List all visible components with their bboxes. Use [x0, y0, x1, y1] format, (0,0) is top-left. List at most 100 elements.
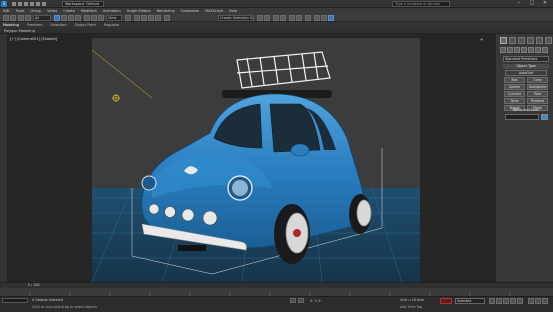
workspace-dropdown[interactable]: Workspace: Default: [62, 1, 104, 7]
prompt-line: Click or click-and-drag to select object…: [32, 305, 97, 309]
previous-frame-icon[interactable]: [496, 298, 502, 304]
auto-key-button[interactable]: [440, 298, 452, 304]
spinner-snap-icon[interactable]: [155, 15, 161, 21]
cone-button[interactable]: Cone: [527, 77, 548, 83]
viewport-label[interactable]: [+] [Camera001] [Shaded]: [10, 37, 57, 41]
select-object-icon[interactable]: [54, 15, 60, 21]
object-type-rollout[interactable]: Object Type: [503, 64, 549, 69]
play-icon[interactable]: [503, 298, 509, 304]
primitive-category-dropdown[interactable]: Standard Primitives: [503, 56, 549, 62]
display-tab-icon[interactable]: [536, 37, 543, 44]
grid-spacing: Grid = 10.0cm: [400, 298, 425, 302]
geometry-icon[interactable]: [500, 47, 506, 53]
main-toolbar: All View Create Selection Se: [0, 14, 553, 22]
zoom-extents-icon[interactable]: [528, 298, 534, 304]
track-bar[interactable]: [0, 288, 553, 296]
selection-lock-icon[interactable]: [290, 298, 296, 303]
project-folder-icon[interactable]: [42, 2, 46, 6]
link-icon[interactable]: [18, 15, 24, 21]
window-crossing-icon[interactable]: [75, 15, 81, 21]
maximize-viewport-icon[interactable]: +: [480, 37, 483, 42]
side-mirror: [290, 143, 310, 157]
angle-snap-icon[interactable]: [141, 15, 147, 21]
systems-icon[interactable]: [542, 47, 548, 53]
hierarchy-tab-icon[interactable]: [518, 37, 525, 44]
geosphere-button[interactable]: GeoSphere: [527, 84, 548, 90]
car-windshield: [213, 103, 263, 149]
mirror-icon[interactable]: [257, 15, 263, 21]
percent-snap-icon[interactable]: [148, 15, 154, 21]
app-logo-icon[interactable]: 3: [1, 1, 7, 7]
next-frame-icon[interactable]: [510, 298, 516, 304]
scene-render: [92, 49, 420, 282]
name-and-color-rollout[interactable]: Name and Color: [503, 108, 549, 113]
render-production-icon[interactable]: [328, 15, 334, 21]
pyramid-button[interactable]: Pyramid: [527, 98, 548, 104]
edit-named-selection-icon[interactable]: [164, 15, 170, 21]
render-setup-icon[interactable]: [314, 15, 320, 21]
helpers-icon[interactable]: [528, 47, 534, 53]
license-plate: [178, 245, 206, 251]
minimize-button[interactable]: –: [513, 0, 525, 7]
torus-button[interactable]: Torus: [504, 98, 525, 104]
schematic-view-icon[interactable]: [296, 15, 302, 21]
undo-icon[interactable]: [30, 2, 34, 6]
frame-counter[interactable]: 0 / 100: [28, 283, 40, 287]
search-input[interactable]: Type a keyword or phrase: [392, 1, 450, 7]
undo-icon[interactable]: [3, 15, 9, 21]
rendered-frame-window-icon[interactable]: [321, 15, 327, 21]
save-file-icon[interactable]: [24, 2, 28, 6]
camera-viewport[interactable]: [92, 38, 420, 282]
motion-tab-icon[interactable]: [527, 37, 534, 44]
object-name-input[interactable]: [505, 114, 539, 120]
space-warps-icon[interactable]: [535, 47, 541, 53]
modify-tab-icon[interactable]: [509, 37, 516, 44]
tube-button[interactable]: Tube: [527, 91, 548, 97]
maximize-button[interactable]: □: [526, 0, 538, 7]
key-filter-dropdown[interactable]: Selected: [455, 298, 485, 304]
pan-icon[interactable]: [542, 298, 548, 304]
utilities-tab-icon[interactable]: [545, 37, 552, 44]
rotate-icon[interactable]: [91, 15, 97, 21]
layer-explorer-icon[interactable]: [280, 15, 286, 21]
go-to-end-icon[interactable]: [517, 298, 523, 304]
rectangle-select-icon[interactable]: [68, 15, 74, 21]
title-bar: 3 Workspace: Default Type a keyword or p…: [0, 0, 553, 8]
scene-explorer-icon[interactable]: [273, 15, 279, 21]
close-button[interactable]: ✕: [539, 0, 551, 7]
box-button[interactable]: Box: [504, 77, 525, 83]
align-icon[interactable]: [264, 15, 270, 21]
roof-rack: [236, 51, 331, 89]
autogrid-checkbox[interactable]: AutoGrid: [505, 70, 547, 76]
maxscript-listener-input[interactable]: [2, 298, 28, 303]
snap-toggle-icon[interactable]: [134, 15, 140, 21]
pivot-center-icon[interactable]: [125, 15, 131, 21]
sphere-button[interactable]: Sphere: [504, 84, 525, 90]
orbit-icon[interactable]: [535, 298, 541, 304]
object-color-swatch[interactable]: [541, 114, 548, 120]
redo-icon[interactable]: [10, 15, 16, 21]
shapes-icon[interactable]: [507, 47, 513, 53]
select-by-name-icon[interactable]: [61, 15, 67, 21]
named-selection-set-dropdown[interactable]: Create Selection Se: [218, 15, 254, 21]
selection-status: 0 Objects Selected: [32, 298, 63, 302]
absolute-mode-icon[interactable]: [298, 298, 304, 303]
scale-icon[interactable]: [98, 15, 104, 21]
cylinder-button[interactable]: Cylinder: [504, 91, 525, 97]
add-time-tag[interactable]: Add Time Tag: [400, 305, 422, 309]
selection-filter-dropdown[interactable]: All: [33, 15, 51, 21]
cameras-icon[interactable]: [521, 47, 527, 53]
unlink-icon[interactable]: [25, 15, 31, 21]
redo-icon[interactable]: [36, 2, 40, 6]
move-icon[interactable]: [84, 15, 90, 21]
lights-icon[interactable]: [514, 47, 520, 53]
open-file-icon[interactable]: [18, 2, 22, 6]
coordinate-display[interactable]: X: Y: Z:: [310, 299, 322, 303]
reference-coordinate-dropdown[interactable]: View: [106, 15, 122, 21]
create-tab-icon[interactable]: [500, 37, 507, 44]
curve-editor-icon[interactable]: [289, 15, 295, 21]
left-viewport-toolbar: [0, 34, 8, 282]
material-editor-icon[interactable]: [305, 15, 311, 21]
go-to-start-icon[interactable]: [489, 298, 495, 304]
new-scene-icon[interactable]: [12, 2, 16, 6]
